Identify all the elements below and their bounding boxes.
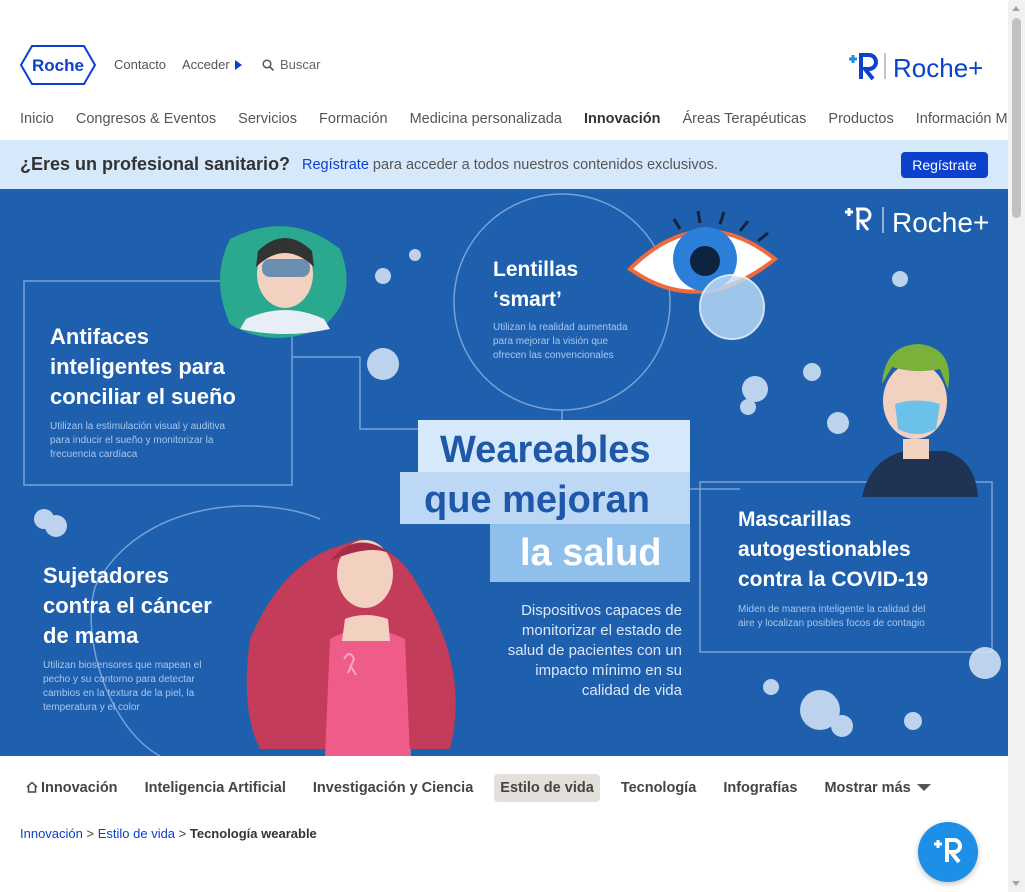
breadcrumb-innovacion[interactable]: Innovación xyxy=(20,826,83,841)
main-nav: Inicio Congresos & Eventos Servicios For… xyxy=(20,111,1025,127)
antifaces-text-line: frecuencia cardíaca xyxy=(50,449,138,460)
lentillas-title: Lentillas ‘smart’ xyxy=(493,255,578,315)
hero-title-line-1: Weareables xyxy=(440,429,651,471)
antifaces-title: Antifaces inteligentes para conciliar el… xyxy=(50,322,236,412)
sujetadores-title-line: de mama xyxy=(43,623,139,648)
subnav-label: Innovación xyxy=(41,780,118,796)
register-button[interactable]: Regístrate xyxy=(901,152,988,178)
breadcrumb: Innovación > Estilo de vida > Tecnología… xyxy=(20,826,317,841)
mascarillas-title: Mascarillas autogestionables contra la C… xyxy=(738,505,928,595)
sujetadores-title-line: contra el cáncer xyxy=(43,593,212,618)
lentillas-text-line: ofrecen las convencionales xyxy=(493,350,614,361)
show-more-label: Mostrar más xyxy=(824,780,911,796)
breadcrumb-current: Tecnología wearable xyxy=(189,826,317,841)
hero-title-line-3: la salud xyxy=(520,532,662,574)
caret-down-icon xyxy=(916,784,931,791)
breadcrumb-estilo-de-vida[interactable]: Estilo de vida xyxy=(98,826,175,841)
antifaces-text-line: Utilizan la estimulación visual y auditi… xyxy=(50,421,226,432)
roche-plus-fab-icon xyxy=(934,838,962,864)
banner-question: ¿Eres un profesional sanitario? xyxy=(20,154,291,174)
login-link[interactable]: Acceder xyxy=(182,57,242,72)
hero-desc-line: calidad de vida xyxy=(581,682,682,699)
hero-brand-text: Roche+ xyxy=(892,207,990,238)
mascarillas-title-line: Mascarillas xyxy=(738,508,852,531)
banner-text: Regístrate para acceder a todos nuestros… xyxy=(302,157,718,173)
mascarillas-text: Miden de manera inteligente la calidad d… xyxy=(738,603,925,631)
hero-desc-line: impacto mínimo en su xyxy=(535,662,682,679)
woman-illustration xyxy=(246,539,456,756)
face-mask-illustration xyxy=(862,344,978,497)
banner-text-rest: para acceder a todos nuestros contenidos… xyxy=(368,157,718,173)
nav-item-formacion[interactable]: Formación xyxy=(319,111,388,127)
hero-description: Dispositivos capaces de monitorizar el e… xyxy=(470,601,682,701)
home-icon xyxy=(26,781,38,793)
sujetadores-text-line: Utilizan biosensores que mapean el xyxy=(43,660,202,671)
sujetadores-text-line: temperatura y el color xyxy=(43,702,140,713)
antifaces-title-line: conciliar el sueño xyxy=(50,384,236,409)
lentillas-title-line: ‘smart’ xyxy=(493,288,562,311)
nav-item-servicios[interactable]: Servicios xyxy=(238,111,297,127)
scroll-thumb[interactable] xyxy=(1012,18,1021,218)
subnav-item-infografias[interactable]: Infografías xyxy=(717,774,803,802)
search-box[interactable]: Buscar xyxy=(262,57,320,72)
roche-plus-chat-button[interactable] xyxy=(918,822,978,882)
sujetadores-text: Utilizan biosensores que mapean el pecho… xyxy=(43,659,201,715)
scroll-down-icon[interactable] xyxy=(1012,881,1020,886)
page-scrollbar[interactable] xyxy=(1008,0,1025,892)
subnav-item-ia[interactable]: Inteligencia Artificial xyxy=(139,774,292,802)
antifaces-text-line: para inducir el sueño y monitorizar la xyxy=(50,435,214,446)
hero-desc-line: monitorizar el estado de xyxy=(521,622,682,639)
roche-plus-icon xyxy=(849,53,878,81)
show-more-button[interactable]: Mostrar más xyxy=(818,774,936,802)
nav-item-areas[interactable]: Áreas Terapéuticas xyxy=(683,111,807,127)
sujetadores-text-line: cambios en la textura de la piel, la xyxy=(43,688,195,699)
eye-illustration xyxy=(626,210,779,340)
login-label: Acceder xyxy=(182,57,230,72)
nav-item-medicina[interactable]: Medicina personalizada xyxy=(410,111,562,127)
nav-item-productos[interactable]: Productos xyxy=(828,111,893,127)
roche-logo[interactable]: Roche xyxy=(20,45,96,85)
antifaces-title-line: Antifaces xyxy=(50,324,150,349)
hero-desc-line: Dispositivos capaces de xyxy=(521,602,682,619)
hero-title-line-2: que mejoran xyxy=(424,479,650,521)
antifaces-title-line: inteligentes para xyxy=(50,354,225,379)
hero-desc-line: salud de pacientes con un xyxy=(507,642,682,659)
mascarillas-text-line: Miden de manera inteligente la calidad d… xyxy=(738,604,926,615)
antifaces-text: Utilizan la estimulación visual y auditi… xyxy=(50,420,225,462)
subnav-item-tecnologia[interactable]: Tecnología xyxy=(615,774,702,802)
subnav-item-investigacion[interactable]: Investigación y Ciencia xyxy=(307,774,479,802)
logo-text: Roche xyxy=(32,56,84,75)
mascarillas-text-line: aire y localizan posibles focos de conta… xyxy=(738,618,925,629)
sleep-mask-illustration xyxy=(220,226,347,338)
nav-item-inicio[interactable]: Inicio xyxy=(20,111,54,127)
hero-infographic: Roche+ Weareables que mejoran la salud D… xyxy=(0,189,1008,756)
lentillas-text-line: Utilizan la realidad aumentada xyxy=(493,322,628,333)
sujetadores-title-line: Sujetadores xyxy=(43,563,169,588)
search-placeholder: Buscar xyxy=(280,57,321,72)
contact-link[interactable]: Contacto xyxy=(114,57,166,72)
lentillas-title-line: Lentillas xyxy=(493,258,579,281)
mascarillas-title-line: autogestionables xyxy=(738,538,911,561)
roche-plus-logo[interactable]: Roche+ xyxy=(845,47,985,83)
scroll-up-icon[interactable] xyxy=(1012,6,1020,11)
category-nav: Innovación Inteligencia Artificial Inves… xyxy=(20,774,948,802)
brand-text: Roche+ xyxy=(893,53,983,83)
lentillas-text: Utilizan la realidad aumentada para mejo… xyxy=(493,321,628,363)
register-banner: ¿Eres un profesional sanitario? Regístra… xyxy=(0,140,1008,189)
nav-item-congresos[interactable]: Congresos & Eventos xyxy=(76,111,216,127)
banner-register-link[interactable]: Regístrate xyxy=(302,157,369,173)
mascarillas-title-line: contra la COVID-19 xyxy=(738,568,929,591)
sujetadores-text-line: pecho y su contorno para detectar xyxy=(43,674,195,685)
search-icon xyxy=(262,59,275,72)
subnav-item-innovacion[interactable]: Innovación xyxy=(20,774,124,802)
nav-item-innovacion[interactable]: Innovación xyxy=(584,111,661,127)
subnav-item-estilo-de-vida[interactable]: Estilo de vida xyxy=(494,774,600,802)
hero-brand-icon xyxy=(845,207,872,231)
play-arrow-icon xyxy=(234,60,242,70)
sujetadores-title: Sujetadores contra el cáncer de mama xyxy=(43,561,212,651)
lentillas-text-line: para mejorar la visión que xyxy=(493,336,609,347)
